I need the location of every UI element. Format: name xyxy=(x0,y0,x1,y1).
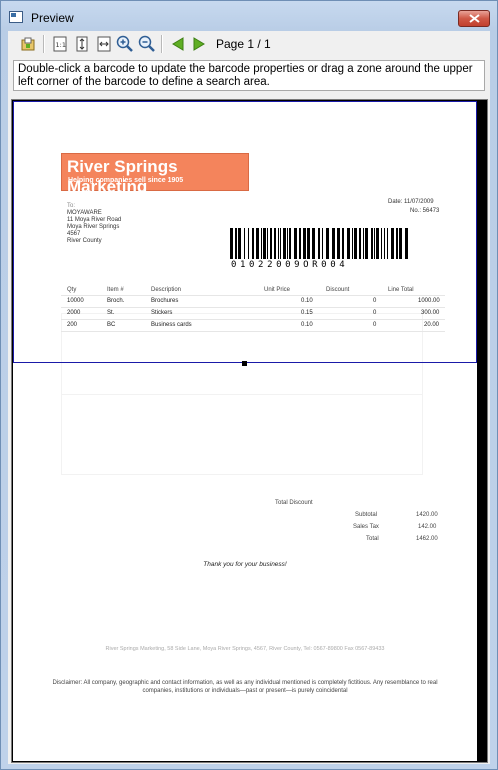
sales-tax-label: Sales Tax xyxy=(353,524,379,530)
zoom-out-icon xyxy=(138,35,155,52)
close-button[interactable] xyxy=(458,10,490,27)
fit-page-button[interactable] xyxy=(72,34,92,54)
disclaimer: Disclaimer: All company, geographic and … xyxy=(52,680,438,694)
subtotal-value: 1420.00 xyxy=(416,512,438,518)
zoom-in-button[interactable] xyxy=(115,34,135,54)
fit-page-icon xyxy=(76,36,88,52)
svg-text:1:1: 1:1 xyxy=(56,41,66,49)
document-viewer[interactable]: River Springs Marketing Helping companie… xyxy=(11,99,488,763)
window-title: Preview xyxy=(31,11,74,25)
subtotal-label: Subtotal xyxy=(355,512,378,518)
close-icon xyxy=(469,14,480,23)
next-page-icon xyxy=(193,37,205,51)
search-zone[interactable] xyxy=(13,101,477,363)
actual-size-button[interactable]: 1:1 xyxy=(50,34,70,54)
fit-width-icon xyxy=(97,36,111,52)
instruction-text: Double-click a barcode to update the bar… xyxy=(13,60,485,91)
preview-window: Preview 1:1 Page 1 / 1 Double-click a ba… xyxy=(0,0,498,770)
page-indicator: Page 1 / 1 xyxy=(216,37,271,51)
toolbar-separator xyxy=(43,35,45,53)
actual-size-icon: 1:1 xyxy=(53,36,67,52)
toolbar-separator xyxy=(161,35,163,53)
zoom-in-icon xyxy=(116,35,133,52)
save-icon xyxy=(21,37,35,51)
next-page-button[interactable] xyxy=(189,34,209,54)
client-area: 1:1 Page 1 / 1 Double-click a barcode to… xyxy=(8,31,490,764)
thank-you-note: Thank you for your business! xyxy=(203,561,287,568)
zone-resize-handle[interactable] xyxy=(242,361,247,366)
fit-width-button[interactable] xyxy=(94,34,114,54)
total-value: 1462.00 xyxy=(416,536,438,542)
save-button[interactable] xyxy=(18,34,38,54)
sales-tax-value: 142.00 xyxy=(418,524,437,530)
title-bar[interactable]: Preview xyxy=(1,1,497,31)
zoom-out-button[interactable] xyxy=(137,34,157,54)
toolbar: 1:1 Page 1 / 1 xyxy=(8,31,490,57)
document-page[interactable]: River Springs Marketing Helping companie… xyxy=(13,101,477,761)
previous-page-button[interactable] xyxy=(168,34,188,54)
previous-page-icon xyxy=(172,37,184,51)
total-discount-label: Total Discount xyxy=(275,500,313,506)
total-label: Total xyxy=(366,536,379,542)
window-icon xyxy=(9,11,23,23)
company-footer: River Springs Marketing, 58 Side Lane, M… xyxy=(105,646,385,652)
